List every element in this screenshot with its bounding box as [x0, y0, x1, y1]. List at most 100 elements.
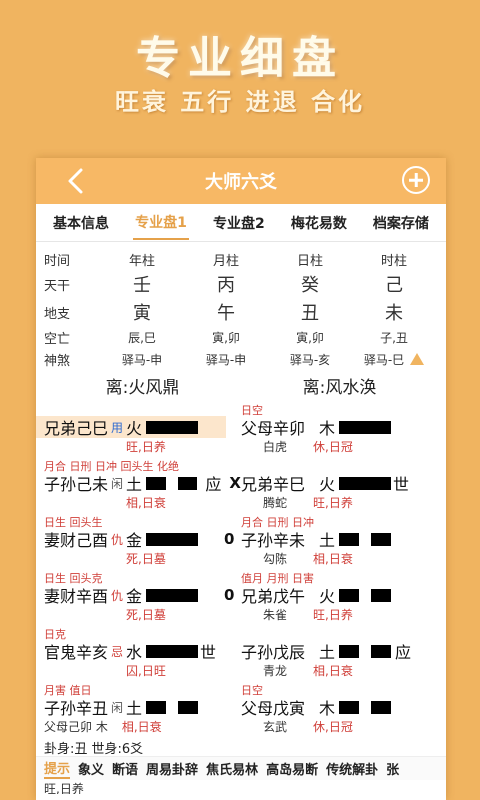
yao-tag: 月合 日刑 日冲 回头生 化绝 — [44, 460, 179, 473]
yao-element: 土 — [126, 475, 143, 494]
expand-triangle-icon[interactable] — [410, 352, 425, 365]
yao-lines: 兄弟己巳 用 火 旺,日养 日空 父母辛卯 木 白虎 休,日冠 月合 日刑 日冲… — [36, 400, 438, 738]
bottom-tab-bar: 提示 象义 断语 周易卦辞 焦氏易林 高岛易断 传统解卦 张 — [36, 756, 446, 780]
yao-right: 兄弟辛巳 火 世 腾蛇 旺,日养 — [241, 456, 438, 512]
tab-archive[interactable]: 档案存储 — [371, 207, 431, 239]
god-label: 青龙 — [263, 664, 288, 678]
yang-line — [146, 644, 199, 658]
bottom-tab-jiaoshi[interactable]: 焦氏易林 — [206, 759, 258, 778]
row-label: 时间 — [44, 253, 71, 269]
yao-state: 旺,日养 — [126, 440, 166, 454]
shensha-cell: 驿马-亥 — [289, 352, 331, 367]
yin-line-right — [371, 700, 392, 714]
yao-line: 官鬼辛亥 忌 水 世 — [44, 640, 241, 662]
tab-meihua[interactable]: 梅花易数 — [289, 207, 349, 239]
yao-element: 火 — [319, 475, 336, 494]
yao-line: 子孙辛丑 闲 土 — [44, 696, 241, 718]
yao-line: 妻财己酉 仇 金 0 — [44, 528, 241, 550]
yao-element: 火 — [319, 587, 336, 606]
yao-tag: 日空 — [241, 684, 263, 697]
yao-tag: 日生 回头克 — [44, 572, 103, 585]
tab-pro-chart-1[interactable]: 专业盘1 — [133, 206, 189, 240]
ying-marker: 应 — [395, 643, 412, 662]
yao-state: 相,日衰 — [313, 664, 353, 678]
yin-line-right — [371, 532, 392, 546]
yang-line — [339, 420, 392, 434]
yin-line-right — [177, 476, 198, 490]
promo-subtitle: 旺衰 五行 进退 合化 — [114, 87, 366, 116]
back-icon[interactable] — [66, 167, 86, 195]
shi-marker: 世 — [200, 643, 217, 662]
bottom-tab-duanyu[interactable]: 断语 — [112, 759, 138, 778]
bottom-tab-traditional[interactable]: 传统解卦 — [326, 759, 378, 778]
bottom-tab-hint[interactable]: 提示 — [44, 758, 71, 779]
yao-name: 父母辛卯 — [241, 419, 306, 438]
yao-name: 妻财辛酉 — [44, 587, 109, 606]
yao-line: 子孙戊辰 土 应 — [241, 640, 438, 662]
yao-left: 日生 回头克 妻财辛酉 仇 金 0 死,日墓 — [44, 568, 241, 624]
promo-header: 专业细盘 旺衰 五行 进退 合化 — [0, 0, 480, 158]
yao-element: 水 — [126, 643, 143, 662]
yang-line — [146, 588, 199, 602]
yin-line-left — [339, 588, 360, 602]
yao-role: 闲 — [111, 700, 124, 715]
yao-role: 仇 — [111, 532, 124, 547]
truncated-text: 旺,日养 — [44, 782, 84, 794]
bottom-tab-gaodao[interactable]: 高岛易断 — [266, 759, 318, 778]
yin-line-left — [146, 476, 166, 490]
fushen-label: 父母己卯 木 — [44, 720, 108, 734]
tab-pro-chart-2[interactable]: 专业盘2 — [211, 207, 267, 239]
moving-mark: 0 — [224, 586, 235, 604]
yao-name: 子孙辛丑 — [44, 699, 109, 718]
yao-god: 白虎 休,日冠 — [241, 438, 438, 454]
god-label: 腾蛇 — [263, 496, 288, 510]
yao-row: 日克 官鬼辛亥 忌 水 世 囚,日旺 子孙戊辰 土 应 青龙 相,日衰 — [44, 624, 438, 680]
yao-state: 相,日衰 — [313, 552, 353, 566]
ying-marker: 应 — [205, 475, 222, 494]
hour-label: 时柱 — [380, 253, 407, 269]
day-label: 日柱 — [296, 253, 323, 269]
row-label: 地支 — [44, 306, 71, 322]
tab-basic-info[interactable]: 基本信息 — [51, 207, 111, 239]
yao-state: 休,日冠 — [313, 720, 353, 734]
yao-name: 子孙己未 — [44, 475, 109, 494]
god-label: 勾陈 — [263, 552, 288, 566]
bottom-tab-zhouyi[interactable]: 周易卦辞 — [146, 759, 198, 778]
yao-name: 父母戊寅 — [241, 699, 306, 718]
shensha-cell: 驿马-申 — [205, 352, 247, 367]
god-label: 玄武 — [263, 720, 288, 734]
yao-tag: 月害 值日 — [44, 684, 92, 697]
year-label: 年柱 — [128, 253, 155, 269]
yao-role: 忌 — [111, 644, 124, 659]
add-icon[interactable] — [402, 166, 430, 194]
yin-line-left — [339, 644, 360, 658]
dizhi-row: 地支 寅 午 丑 未 — [44, 298, 438, 326]
yang-line — [146, 532, 199, 546]
moving-mark: 0 — [224, 530, 235, 548]
app-screen: 大师六爻 基本信息 专业盘1 专业盘2 梅花易数 档案存储 时间 年柱 月柱 日… — [36, 158, 446, 800]
dizhi-cell: 未 — [385, 303, 403, 324]
bottom-tab-xiangyi[interactable]: 象义 — [78, 759, 104, 778]
chart-content: 时间 年柱 月柱 日柱 时柱 天干 壬 丙 癸 己 地支 寅 午 丑 未 空亡 … — [36, 248, 446, 800]
yao-row: 月害 值日 子孙辛丑 闲 土 父母己卯 木相,日衰 日空 父母戊寅 木 玄武 休… — [44, 680, 438, 738]
yao-state: 死,日墓 — [126, 608, 166, 622]
dizhi-cell: 午 — [217, 303, 235, 324]
shensha-cell: 驿马-申 — [121, 352, 163, 367]
yao-line-highlighted[interactable]: 兄弟己巳 用 火 — [36, 416, 226, 438]
yin-line-left — [146, 700, 167, 714]
shensha-row: 神煞 驿马-申 驿马-申 驿马-亥 驿马-巳 — [44, 348, 438, 370]
yao-right: 子孙戊辰 土 应 青龙 相,日衰 — [241, 624, 438, 680]
yao-right: 月合 日刑 日冲 子孙辛未 土 勾陈 相,日衰 — [241, 512, 438, 568]
yao-state: 相,日衰 — [126, 496, 166, 510]
kongwang-cell: 辰,巳 — [128, 330, 156, 345]
row-label: 空亡 — [44, 331, 71, 347]
yin-line-right — [371, 644, 392, 658]
four-pillars: 时间 年柱 月柱 日柱 时柱 天干 壬 丙 癸 己 地支 寅 午 丑 未 空亡 … — [44, 248, 438, 370]
yao-name: 兄弟辛巳 — [241, 475, 306, 494]
yao-tag: 日生 回头生 — [44, 516, 103, 529]
yao-state: 死,日墓 — [126, 552, 166, 566]
yao-tag: 日空 — [241, 404, 263, 417]
bottom-tab-zhang[interactable]: 张 — [386, 759, 399, 778]
yao-tag: 值月 月刑 日害 — [241, 572, 314, 585]
dizhi-cell: 寅 — [133, 303, 151, 324]
